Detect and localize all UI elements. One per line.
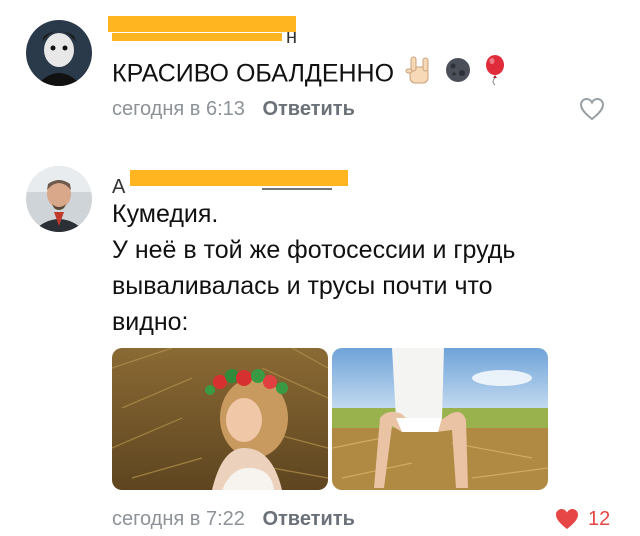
comment-text-line: вываливалась и трусы почти что bbox=[112, 272, 493, 300]
avatar[interactable] bbox=[26, 166, 92, 232]
like-button[interactable] bbox=[554, 507, 580, 536]
comment-text-line: Кумедия. bbox=[112, 200, 219, 228]
like-count: 12 bbox=[588, 508, 611, 530]
rock-hand-emoji-icon bbox=[405, 55, 433, 95]
comment-text-content: КРАСИВО ОБАЛДЕННО bbox=[112, 59, 395, 88]
author-name-tail: н bbox=[286, 26, 299, 48]
like-button[interactable] bbox=[579, 97, 605, 126]
author-name-redacted[interactable] bbox=[130, 170, 348, 186]
author-name-redacted bbox=[262, 188, 332, 190]
comment-text: КРАСИВО ОБАЛДЕННО bbox=[112, 54, 507, 96]
dark-moon-emoji-icon bbox=[444, 56, 472, 94]
comment-1: н КРАСИВО ОБАЛДЕННО сегодня в 6:13 Ответ… bbox=[0, 0, 640, 140]
comment-text: Кумедия. У неё в той же фотосессии и гру… bbox=[112, 196, 515, 340]
reply-button[interactable]: Ответить bbox=[262, 508, 354, 530]
comment-text-line: видно: bbox=[112, 308, 189, 336]
heart-outline-icon bbox=[579, 97, 605, 121]
author-name-redacted[interactable] bbox=[108, 16, 296, 32]
comment-meta: сегодня в 6:13 Ответить bbox=[112, 98, 355, 121]
reply-button[interactable]: Ответить bbox=[262, 98, 354, 120]
attached-photo-2[interactable] bbox=[332, 348, 548, 490]
avatar[interactable] bbox=[26, 20, 92, 86]
comment-2: А Кумедия. У неё в той же фотосессии и г… bbox=[0, 150, 640, 535]
comment-time: сегодня в 6:13 bbox=[112, 98, 245, 120]
comment-meta: сегодня в 7:22 Ответить bbox=[112, 508, 355, 531]
heart-filled-icon bbox=[556, 509, 578, 529]
author-name-redacted bbox=[112, 33, 282, 41]
attached-photo-1[interactable] bbox=[112, 348, 328, 490]
comment-time: сегодня в 7:22 bbox=[112, 508, 245, 530]
comment-text-line: У неё в той же фотосессии и грудь bbox=[112, 236, 516, 264]
balloon-emoji-icon bbox=[483, 54, 507, 96]
